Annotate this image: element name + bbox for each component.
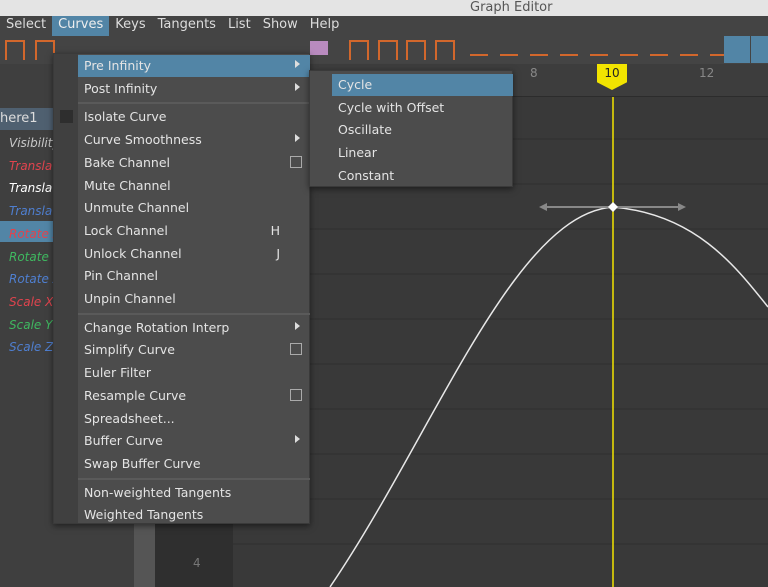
animation-curve[interactable] [329,206,768,587]
menu-item-spreadsheet[interactable]: Spreadsheet... [78,408,310,430]
shortcut-label: H [270,222,280,238]
menu-item-unpin-channel[interactable]: Unpin Channel [78,288,310,310]
submenu-item-cycle-with-offset[interactable]: Cycle with Offset [332,97,513,119]
toolbar-icon[interactable] [435,40,455,60]
menu-item-label: Non-weighted Tangents [84,484,232,500]
tangent-tool-icon[interactable] [470,44,488,56]
menu-separator [78,102,310,105]
menu-item-label: Lock Channel [84,222,168,238]
submenu-item-oscillate[interactable]: Oscillate [332,119,513,141]
menu-item-label: Spreadsheet... [84,410,175,426]
menu-item-label: Bake Channel [84,154,171,170]
tangent-tool-icon[interactable] [500,44,518,56]
channel-visibility[interactable]: Visibility [9,136,60,150]
menu-item-label: Cycle with Offset [338,99,445,115]
tick-label: 12 [699,66,715,80]
tangent-tool-icon[interactable] [620,44,638,56]
submenu-item-cycle[interactable]: Cycle [332,74,513,96]
menu-separator [78,477,310,480]
menu-item-label: Change Rotation Interp [84,319,230,335]
menu-item-swap-buffer-curve[interactable]: Swap Buffer Curve [78,453,310,475]
menu-item-euler-filter[interactable]: Euler Filter [78,362,310,384]
menu-item-weighted-tangents[interactable]: Weighted Tangents [78,504,310,526]
toolbar-icon[interactable] [5,40,25,60]
menu-item-label: Oscillate [338,122,392,138]
tick-label: 8 [530,66,538,80]
menu-item-label: Weighted Tangents [84,507,204,523]
window-title: Graph Editor [470,0,553,15]
menu-item-label: Swap Buffer Curve [84,455,201,471]
submenu-item-constant[interactable]: Constant [332,165,513,187]
menu-item-label: Mute Channel [84,177,171,193]
option-box-icon[interactable] [290,343,302,356]
title-bar: Graph Editor [0,0,768,16]
menu-item-label: Euler Filter [84,365,152,381]
menu-item-non-weighted-tangents[interactable]: Non-weighted Tangents [78,482,310,504]
menu-item-unlock-channel[interactable]: Unlock Channel J [78,243,310,265]
submenu-item-linear[interactable]: Linear [332,142,513,164]
channel-scale-x[interactable]: Scale X [9,295,53,309]
menu-item-label: Constant [338,167,395,183]
menu-item-label: Unmute Channel [84,200,190,216]
submenu-arrow-icon [295,82,300,91]
menu-item-label: Linear [338,145,377,161]
object-name: here1 [0,111,38,126]
tangent-left-arrow[interactable] [539,203,547,211]
menu-item-label: Resample Curve [84,387,187,403]
tangent-tool-icon[interactable] [560,44,578,56]
tangent-right-arrow[interactable] [678,203,686,211]
menu-separator [78,312,310,315]
menu-item-label: Cycle [338,77,373,92]
color-swatch[interactable] [310,41,328,55]
menu-item-label: Simplify Curve [84,342,175,358]
channel-scale-z[interactable]: Scale Z [9,340,53,354]
menu-item-resample-curve[interactable]: Resample Curve [78,385,310,407]
menu-item-label: Pre Infinity [84,58,152,73]
toolbar-icon[interactable] [349,40,369,60]
menu-item-unmute-channel[interactable]: Unmute Channel [78,197,310,219]
option-box-icon[interactable] [290,155,302,168]
menu-item-label: Buffer Curve [84,433,163,449]
toolbar-icon[interactable] [406,40,426,60]
current-frame-label: 10 [604,66,620,80]
keyframe-point[interactable] [608,202,618,212]
menu-item-pre-infinity[interactable]: Pre Infinity [78,55,310,77]
menu-item-label: Unpin Channel [84,291,176,306]
menu-item-curve-smoothness[interactable]: Curve Smoothness [78,129,310,151]
submenu-arrow-icon [295,134,300,143]
menu-item-label: Pin Channel [84,268,158,284]
menu-item-label: Unlock Channel [84,245,182,261]
shortcut-label: J [276,245,280,261]
menu-item-isolate-curve[interactable]: Isolate Curve [78,106,310,128]
option-box-icon[interactable] [290,388,302,401]
curves-menu: Pre Infinity Post Infinity Isolate Curve Cu… [53,53,310,524]
toolbar-icon[interactable] [35,40,55,60]
menu-item-lock-channel[interactable]: Lock Channel H [78,220,310,242]
submenu-arrow-icon [295,60,300,68]
menu-item-post-infinity[interactable]: Post Infinity [78,78,310,100]
tangent-tool-icon[interactable] [650,44,668,56]
menu-item-mute-channel[interactable]: Mute Channel [78,175,310,197]
value-label: 4 [193,556,201,570]
toolbar-button-selected[interactable] [724,36,750,63]
menu-item-buffer-curve[interactable]: Buffer Curve [78,430,310,452]
submenu-arrow-icon [295,321,300,330]
channel-scale-y[interactable]: Scale Y [9,318,52,332]
tangent-tool-icon[interactable] [530,44,548,56]
submenu-arrow-icon [295,435,300,444]
menu-item-pin-channel[interactable]: Pin Channel [78,265,310,287]
current-time-marker[interactable]: 10 [597,64,627,90]
menu-item-label: Post Infinity [84,80,158,96]
menu-item-label: Curve Smoothness [84,132,202,148]
toolbar-button-selected[interactable] [751,36,768,63]
menu-item-simplify-curve[interactable]: Simplify Curve [78,339,310,361]
isolate-checkbox[interactable] [60,110,73,123]
tangent-tool-icon[interactable] [590,44,608,56]
menu-item-label: Isolate Curve [84,109,167,125]
menu-item-change-rotation-interp[interactable]: Change Rotation Interp [78,317,310,339]
tangent-tool-icon[interactable] [680,44,698,56]
toolbar-icon[interactable] [378,40,398,60]
menu-item-bake-channel[interactable]: Bake Channel [78,152,310,174]
pre-infinity-submenu: Cycle Cycle with Offset Oscillate Linear Con… [309,70,513,187]
